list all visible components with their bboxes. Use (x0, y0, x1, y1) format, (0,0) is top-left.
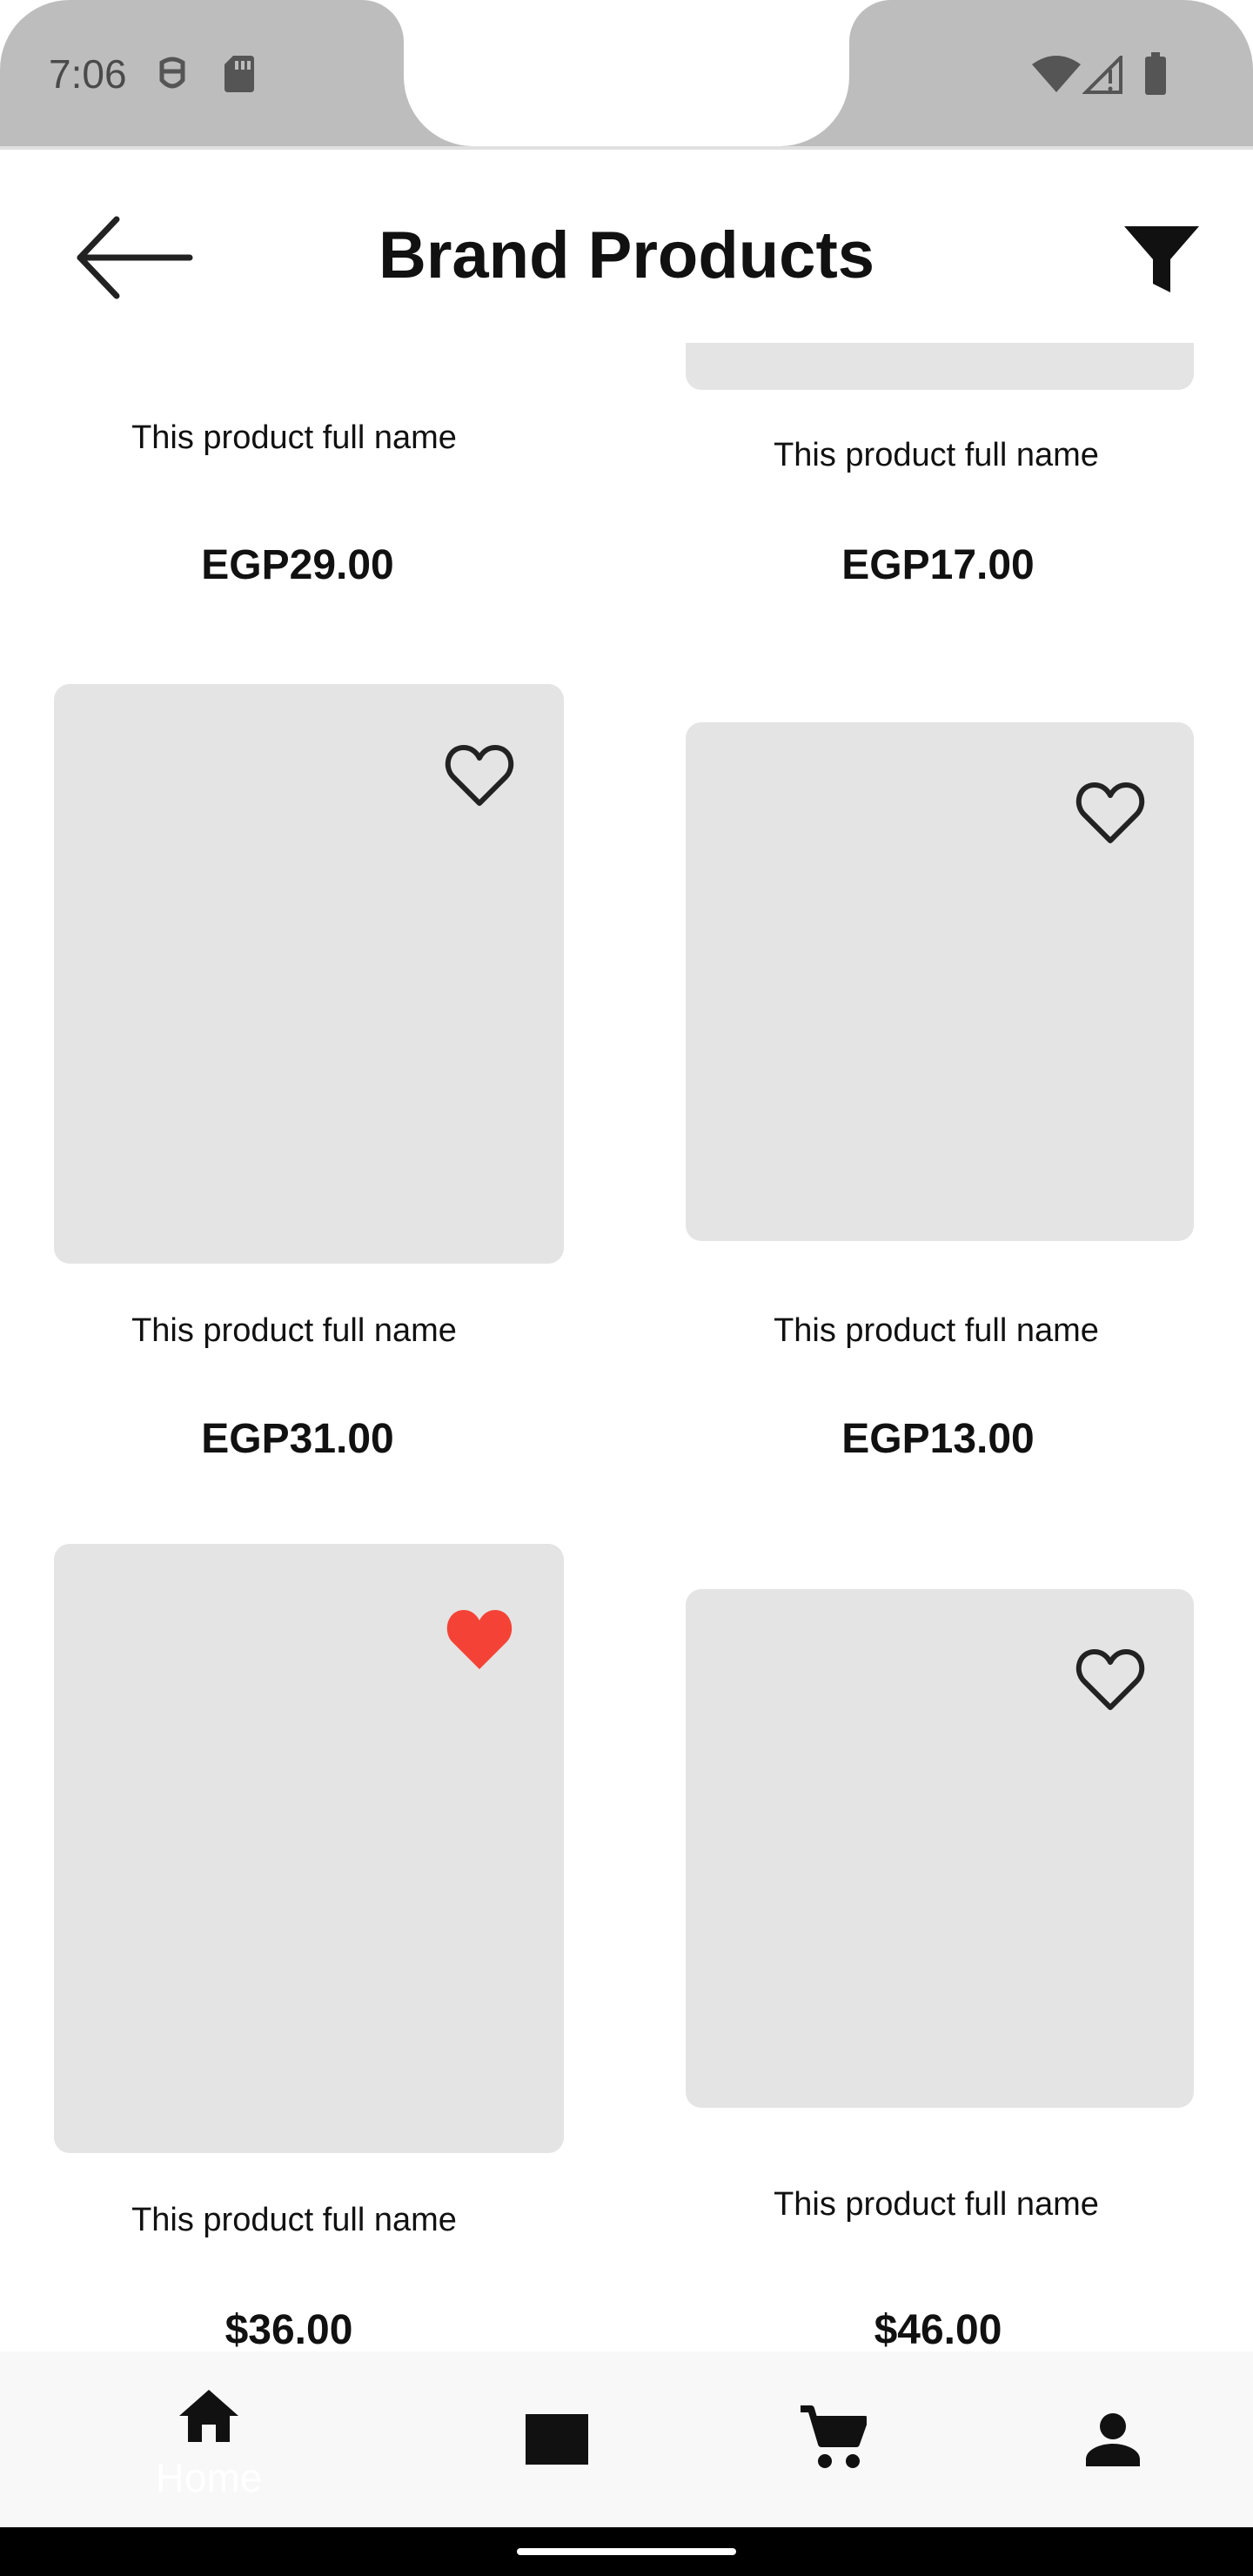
nav-item-categories[interactable] (470, 2351, 644, 2527)
page-title: Brand Products (378, 218, 875, 292)
category-icon (526, 2414, 588, 2465)
camera-notch (404, 0, 849, 146)
product-price: EGP17.00 (841, 542, 1035, 588)
heart-filled-icon (446, 1610, 513, 1669)
product-name: This product full name (774, 2186, 1099, 2223)
product-price: EGP13.00 (841, 1416, 1035, 1462)
nav-item-profile[interactable] (1027, 2351, 1201, 2527)
nav-item-home[interactable]: Home (122, 2351, 296, 2527)
product-name: This product full name (131, 1312, 457, 1349)
filter-button[interactable] (1122, 219, 1201, 298)
status-time: 7:06 (49, 51, 127, 97)
product-name: This product full name (131, 419, 457, 456)
favorite-button[interactable] (445, 742, 514, 808)
cart-icon (801, 2405, 867, 2468)
signal-icon (1082, 53, 1126, 98)
home-icon (179, 2390, 238, 2442)
product-price: $36.00 (224, 2307, 353, 2353)
status-bar: 7:06 (0, 0, 1253, 150)
favorite-button[interactable] (1075, 780, 1145, 846)
product-name: This product full name (131, 2202, 457, 2238)
heart-outline-icon (1075, 782, 1145, 843)
gesture-bar (0, 2527, 1253, 2576)
home-indicator[interactable] (517, 2548, 736, 2555)
filter-icon (1124, 226, 1199, 292)
heart-outline-icon (445, 745, 514, 806)
nav-label-home: Home (155, 2455, 263, 2500)
nav-item-cart[interactable] (748, 2351, 922, 2527)
product-name: This product full name (774, 437, 1099, 473)
product-price: EGP31.00 (201, 1416, 394, 1462)
face-icon (155, 54, 190, 98)
favorite-button[interactable] (445, 1607, 514, 1673)
product-image[interactable] (686, 343, 1194, 390)
product-price: EGP29.00 (201, 542, 394, 588)
wifi-icon (1032, 56, 1081, 97)
favorite-button[interactable] (1075, 1647, 1145, 1713)
battery-icon (1143, 52, 1168, 100)
person-icon (1086, 2413, 1140, 2466)
sd-card-icon (223, 54, 256, 98)
bottom-navigation: Home (0, 2351, 1253, 2527)
heart-outline-icon (1075, 1649, 1145, 1710)
product-name: This product full name (774, 1312, 1099, 1349)
app-bar: Brand Products (0, 150, 1253, 367)
product-price: $46.00 (874, 2307, 1002, 2353)
